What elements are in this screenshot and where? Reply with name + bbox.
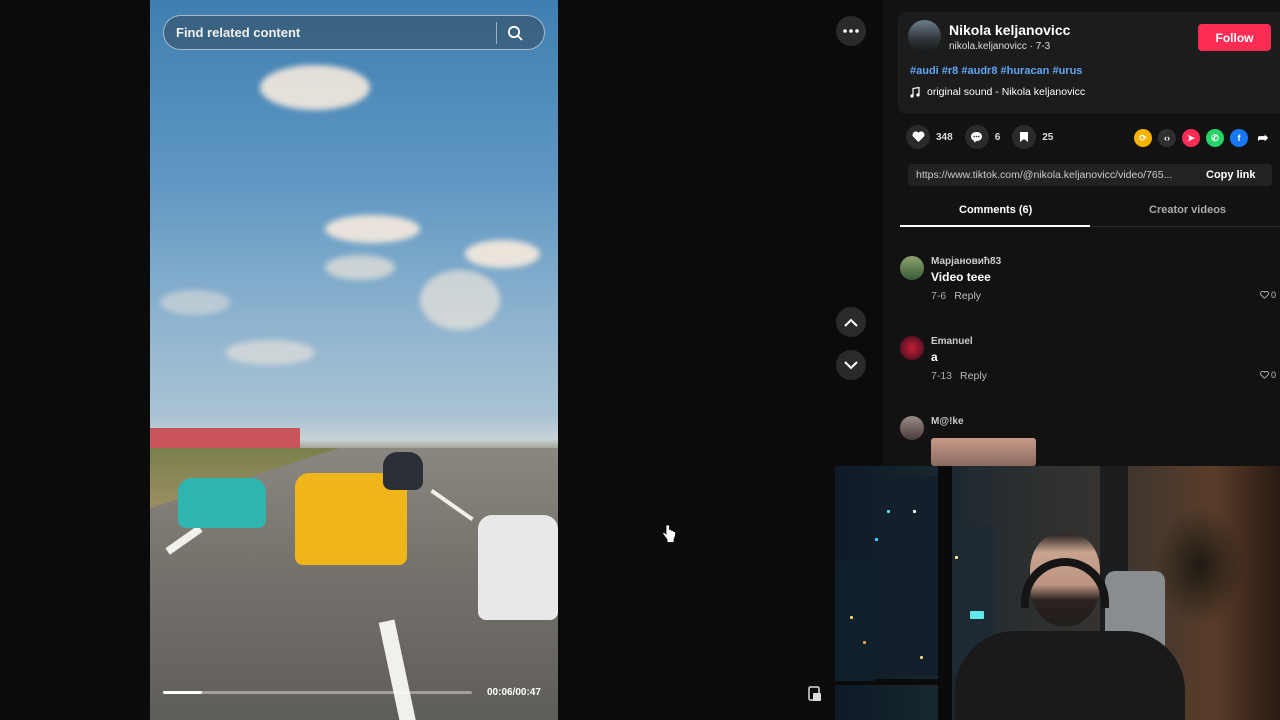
bookmark-icon <box>1012 125 1037 149</box>
reply-button[interactable]: Reply <box>954 290 981 302</box>
cloud <box>160 290 230 315</box>
music-note-icon <box>910 86 920 98</box>
video-player[interactable]: 00:06/00:47 <box>150 0 558 720</box>
sound-label: original sound - Nikola keljanovicc <box>927 86 1086 98</box>
city-light <box>913 510 916 513</box>
comment-date: 7-6 <box>931 290 947 302</box>
city-building <box>880 476 938 676</box>
comment-icon <box>964 125 989 149</box>
comment-count: 6 <box>994 131 1001 143</box>
author-name[interactable]: Nikola keljanovicc <box>949 22 1070 38</box>
save-count: 25 <box>1042 131 1054 143</box>
action-bar: 348 6 25 <box>906 125 1065 149</box>
heart-icon <box>906 125 930 149</box>
embed-icon[interactable]: ‹› <box>1158 129 1176 147</box>
search-input[interactable] <box>164 25 494 40</box>
comment-username[interactable]: M@!ke <box>931 416 964 427</box>
cloud <box>260 65 370 110</box>
comment-like-count: 0 <box>1271 370 1277 380</box>
whatsapp-icon[interactable]: ✆ <box>1206 129 1224 147</box>
chevron-up-icon <box>844 318 858 327</box>
comment-like-button[interactable]: 0 <box>1260 370 1276 380</box>
cloud <box>225 340 315 365</box>
comment-text: a <box>931 350 938 364</box>
tab-creator-videos[interactable]: Creator videos <box>1149 204 1226 216</box>
comment-text: Video teee <box>931 270 991 284</box>
comment-button[interactable]: 6 <box>964 125 1001 149</box>
heart-outline-icon <box>1260 291 1269 299</box>
comment-item: Emanuel a 7-13 Reply 0 <box>900 336 1280 386</box>
comment-avatar[interactable] <box>900 416 924 440</box>
video-time: 00:06/00:47 <box>487 687 541 698</box>
tiktok-page: 00:06/00:47 Nikola keljanovicc nikola.ke… <box>0 0 1280 720</box>
comment-avatar[interactable] <box>900 336 924 360</box>
comment-item: M@!ke <box>900 416 1280 466</box>
city-light <box>970 611 984 619</box>
like-count: 348 <box>936 131 953 143</box>
share-icons: ⟳ ‹› ➤ ✆ f ➦ <box>1134 129 1272 147</box>
like-button[interactable]: 348 <box>906 125 953 149</box>
comment-meta: 7-13 Reply <box>931 370 987 382</box>
chevron-down-icon <box>844 360 858 369</box>
share-arrow-icon[interactable]: ➦ <box>1254 129 1272 147</box>
streamer-body <box>955 631 1185 720</box>
comment-username[interactable]: Марјановић83 <box>931 256 1001 267</box>
author-handle-date: nikola.keljanovicc · 7-3 <box>949 41 1051 52</box>
dark-van <box>383 452 423 490</box>
comment-like-count: 0 <box>1271 290 1277 300</box>
cloud <box>325 255 395 280</box>
next-video-button[interactable] <box>836 350 866 380</box>
search-bar[interactable] <box>163 15 545 50</box>
cloud <box>325 215 420 243</box>
heart-outline-icon <box>1260 371 1269 379</box>
comment-item: Марјановић83 Video teee 7-6 Reply 0 <box>900 256 1280 306</box>
repost-icon[interactable]: ⟳ <box>1134 129 1152 147</box>
post-hashtags[interactable]: #audi #r8 #audr8 #huracan #urus <box>910 65 1082 77</box>
comment-tabs: Comments (6) Creator videos <box>900 200 1280 227</box>
comment-date: 7-13 <box>931 370 953 382</box>
comment-meta: 7-6 Reply <box>931 290 981 302</box>
share-link-row: https://www.tiktok.com/@nikola.keljanovi… <box>908 164 1272 186</box>
copy-link-button[interactable]: Copy link <box>1200 169 1256 181</box>
more-icon <box>843 29 859 33</box>
teal-car <box>178 478 266 528</box>
search-icon[interactable] <box>497 15 533 50</box>
more-options-button[interactable] <box>836 16 866 46</box>
share-link-text[interactable]: https://www.tiktok.com/@nikola.keljanovi… <box>908 169 1200 181</box>
city-light <box>955 556 958 559</box>
hand-cursor-icon <box>661 524 676 549</box>
follow-button[interactable]: Follow <box>1198 24 1271 51</box>
facebook-icon[interactable]: f <box>1230 129 1248 147</box>
previous-video-button[interactable] <box>836 307 866 337</box>
comment-image[interactable] <box>931 438 1036 466</box>
picture-in-picture-icon[interactable] <box>806 685 824 708</box>
post-sound[interactable]: original sound - Nikola keljanovicc <box>910 86 1085 98</box>
city-light <box>920 656 923 659</box>
comment-like-button[interactable]: 0 <box>1260 290 1276 300</box>
comment-avatar[interactable] <box>900 256 924 280</box>
city-light <box>863 641 866 644</box>
cloud <box>465 240 540 268</box>
active-tab-indicator <box>900 225 1090 227</box>
author-avatar[interactable] <box>908 20 941 53</box>
cloud <box>420 270 500 330</box>
video-progress-bar[interactable] <box>163 691 472 694</box>
white-sports-car <box>478 515 558 620</box>
save-button[interactable]: 25 <box>1012 125 1053 149</box>
city-building <box>835 561 875 681</box>
video-progress-fill <box>163 691 202 694</box>
city-light <box>850 616 853 619</box>
houseplant <box>1155 506 1245 626</box>
comment-username[interactable]: Emanuel <box>931 336 973 347</box>
city-light <box>887 510 890 513</box>
send-icon[interactable]: ➤ <box>1182 129 1200 147</box>
tab-comments[interactable]: Comments (6) <box>959 204 1032 216</box>
city-light <box>875 538 878 541</box>
reply-button[interactable]: Reply <box>960 370 987 382</box>
webcam-overlay <box>835 466 1280 720</box>
warehouse-building <box>150 428 300 448</box>
